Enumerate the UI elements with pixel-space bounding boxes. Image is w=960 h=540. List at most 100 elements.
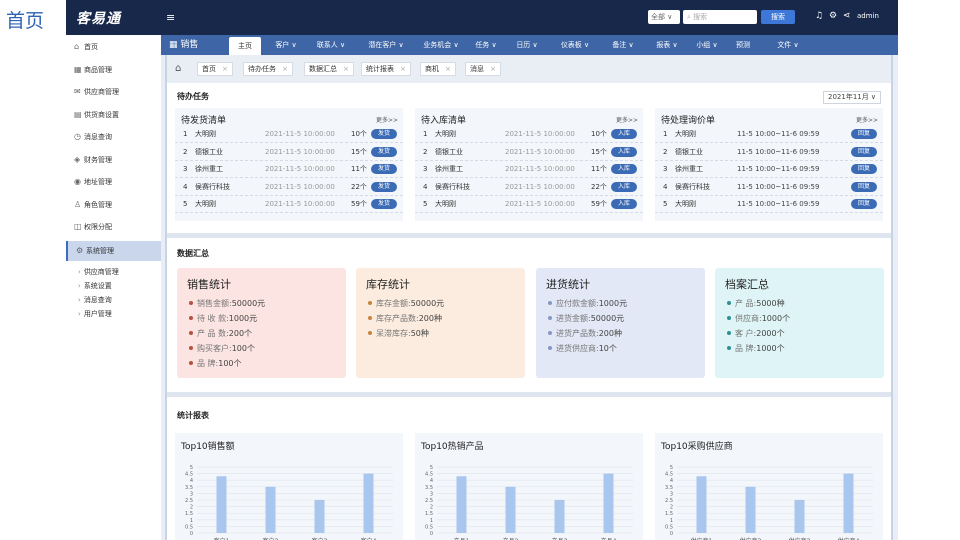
- bar[interactable]: [794, 500, 805, 533]
- summary-card: 销售统计 销售金额:50000元待 收 款:1000元产 品 数:200个 购买客户…: [177, 268, 346, 378]
- app-logo[interactable]: 客易通: [76, 8, 121, 28]
- nav-tab[interactable]: 日历 ∨: [509, 35, 545, 55]
- more-link[interactable]: 更多>>: [616, 115, 638, 124]
- nav-tab[interactable]: 客户 ∨: [269, 35, 303, 55]
- username[interactable]: admin: [857, 12, 879, 20]
- close-icon[interactable]: ×: [222, 65, 228, 73]
- page-tab[interactable]: 统计报表 ×: [361, 62, 411, 76]
- bar[interactable]: [554, 500, 565, 533]
- close-icon[interactable]: ×: [445, 65, 451, 73]
- summary-line: 应付款金额:1000元: [548, 298, 627, 309]
- nav-tab[interactable]: 联系人 ∨: [311, 35, 351, 55]
- bar[interactable]: [456, 476, 467, 533]
- nav-tab[interactable]: 备注 ∨: [605, 35, 641, 55]
- bar[interactable]: [216, 476, 227, 533]
- row-action-button[interactable]: 回复: [851, 181, 877, 192]
- gear-icon[interactable]: ⚙: [829, 11, 837, 21]
- row-action-button[interactable]: 入库: [611, 146, 637, 157]
- y-tick-label: 4.5: [665, 472, 673, 478]
- bar[interactable]: [265, 486, 276, 533]
- summary-line: 供应商:1000个: [727, 313, 790, 324]
- bar[interactable]: [843, 473, 854, 533]
- task-card-title: 待发货清单: [181, 116, 227, 126]
- row-quantity: 15个: [351, 147, 367, 156]
- sidebar-subitem[interactable]: › 供应商管理: [66, 265, 161, 279]
- nav-tab[interactable]: 主页: [229, 37, 261, 55]
- sidebar-item[interactable]: ▦ 商品管理: [66, 60, 161, 80]
- row-action-button[interactable]: 回复: [851, 146, 877, 157]
- nav-tab[interactable]: 仪表板 ∨: [554, 35, 596, 55]
- sidebar-item[interactable]: ⚙ 系统管理: [66, 240, 161, 261]
- nav-tab[interactable]: 报表 ∨: [649, 35, 685, 55]
- sidebar-item[interactable]: ◫ 权限分配: [66, 217, 161, 237]
- sidebar-item[interactable]: ◉ 地址管理: [66, 172, 161, 192]
- row-action-button[interactable]: 入库: [611, 181, 637, 192]
- close-icon[interactable]: ×: [490, 65, 496, 73]
- sidebar-subitem-label: 系统设置: [83, 282, 112, 290]
- sidebar-subitem[interactable]: › 系统设置: [66, 279, 161, 293]
- nav-tab[interactable]: 小组 ∨: [691, 35, 723, 55]
- more-link[interactable]: 更多>>: [856, 115, 878, 124]
- row-time: 2021-11-5 10:00:00: [265, 200, 335, 208]
- sidebar-item[interactable]: ⌂ 首页: [66, 37, 161, 57]
- close-icon[interactable]: ×: [282, 65, 288, 73]
- more-link[interactable]: 更多>>: [376, 115, 398, 124]
- search-scope-select[interactable]: 全部 ∨: [648, 10, 680, 24]
- row-action-button[interactable]: 发货: [371, 164, 397, 174]
- close-icon[interactable]: ×: [343, 65, 349, 73]
- sidebar-item[interactable]: ▤ 供货商设置: [66, 105, 161, 125]
- bar[interactable]: [314, 500, 325, 533]
- row-number: 5: [663, 200, 668, 208]
- share-icon[interactable]: ⋖: [843, 11, 851, 21]
- nav-tab[interactable]: 文件 ∨: [770, 35, 806, 55]
- nav-tab[interactable]: 预测: [729, 35, 757, 55]
- row-action-button[interactable]: 回复: [851, 164, 877, 174]
- row-action-button[interactable]: 发货: [371, 146, 397, 157]
- home-icon[interactable]: ⌂: [175, 63, 181, 74]
- bell-icon[interactable]: ♫: [815, 11, 823, 21]
- row-action-button[interactable]: 发货: [371, 181, 397, 192]
- row-action-button[interactable]: 回复: [851, 199, 877, 209]
- page-tab[interactable]: 数据汇总 ×: [304, 62, 354, 76]
- close-icon[interactable]: ×: [400, 65, 406, 73]
- chevron-right-icon: ›: [78, 268, 81, 276]
- nav-tab[interactable]: 业务机会 ∨: [418, 35, 464, 55]
- sidebar-item[interactable]: ◷ 消息查询: [66, 127, 161, 147]
- row-action-button[interactable]: 入库: [611, 164, 637, 174]
- nav-tab[interactable]: 任务 ∨: [470, 35, 502, 55]
- row-action-button[interactable]: 回复: [851, 129, 877, 139]
- bar[interactable]: [603, 473, 614, 533]
- module-brand[interactable]: ▦ 销售: [169, 35, 198, 55]
- y-tick-label: 4: [430, 478, 433, 484]
- task-row: 4 侯赛行科技 2021-11-5 10:00:00 22个 发货: [175, 179, 403, 196]
- bar[interactable]: [696, 476, 707, 533]
- search-input[interactable]: ⌕ 搜索: [683, 10, 757, 24]
- summary-card-title: 进货统计: [546, 278, 590, 291]
- row-action-button[interactable]: 入库: [611, 199, 637, 209]
- page-tab[interactable]: 首页 ×: [197, 62, 233, 76]
- bar[interactable]: [745, 486, 756, 533]
- nav-tab[interactable]: 潜在客户 ∨: [363, 35, 409, 55]
- sidebar-subitem[interactable]: › 消息查询: [66, 293, 161, 307]
- sidebar-subitem[interactable]: › 用户管理: [66, 307, 161, 321]
- bar[interactable]: [505, 486, 516, 533]
- summary-key: 应付款金额:: [556, 299, 599, 308]
- summary-card: 进货统计 应付款金额:1000元 进货金额:50000元 进货产品数:200种 进货供应…: [536, 268, 705, 378]
- page-tab[interactable]: 待办任务 ×: [243, 62, 293, 76]
- page-tab[interactable]: 消息 ×: [465, 62, 501, 76]
- month-select[interactable]: 2021年11月 ∨: [823, 91, 881, 104]
- sidebar-item[interactable]: ✉ 供应商管理: [66, 82, 161, 102]
- sidebar-item[interactable]: ♙ 角色管理: [66, 195, 161, 215]
- bar[interactable]: [363, 473, 374, 533]
- row-time: 2021-11-5 10:00:00: [505, 147, 575, 156]
- summary-line: 待 收 款:1000元: [189, 313, 257, 324]
- row-action-button[interactable]: 发货: [371, 129, 397, 139]
- task-row: 5 大明刚 11-5 10:00~11-6 09:59 回复: [655, 196, 883, 213]
- page-tab[interactable]: 商机 ×: [420, 62, 456, 76]
- row-action-button[interactable]: 入库: [611, 129, 637, 139]
- menu-toggle-icon[interactable]: ≡: [166, 11, 175, 24]
- sidebar-item[interactable]: ◈ 财务管理: [66, 150, 161, 170]
- search-button[interactable]: 搜索: [761, 10, 795, 24]
- summary-key: 品 牌:: [735, 344, 757, 353]
- row-action-button[interactable]: 发货: [371, 199, 397, 209]
